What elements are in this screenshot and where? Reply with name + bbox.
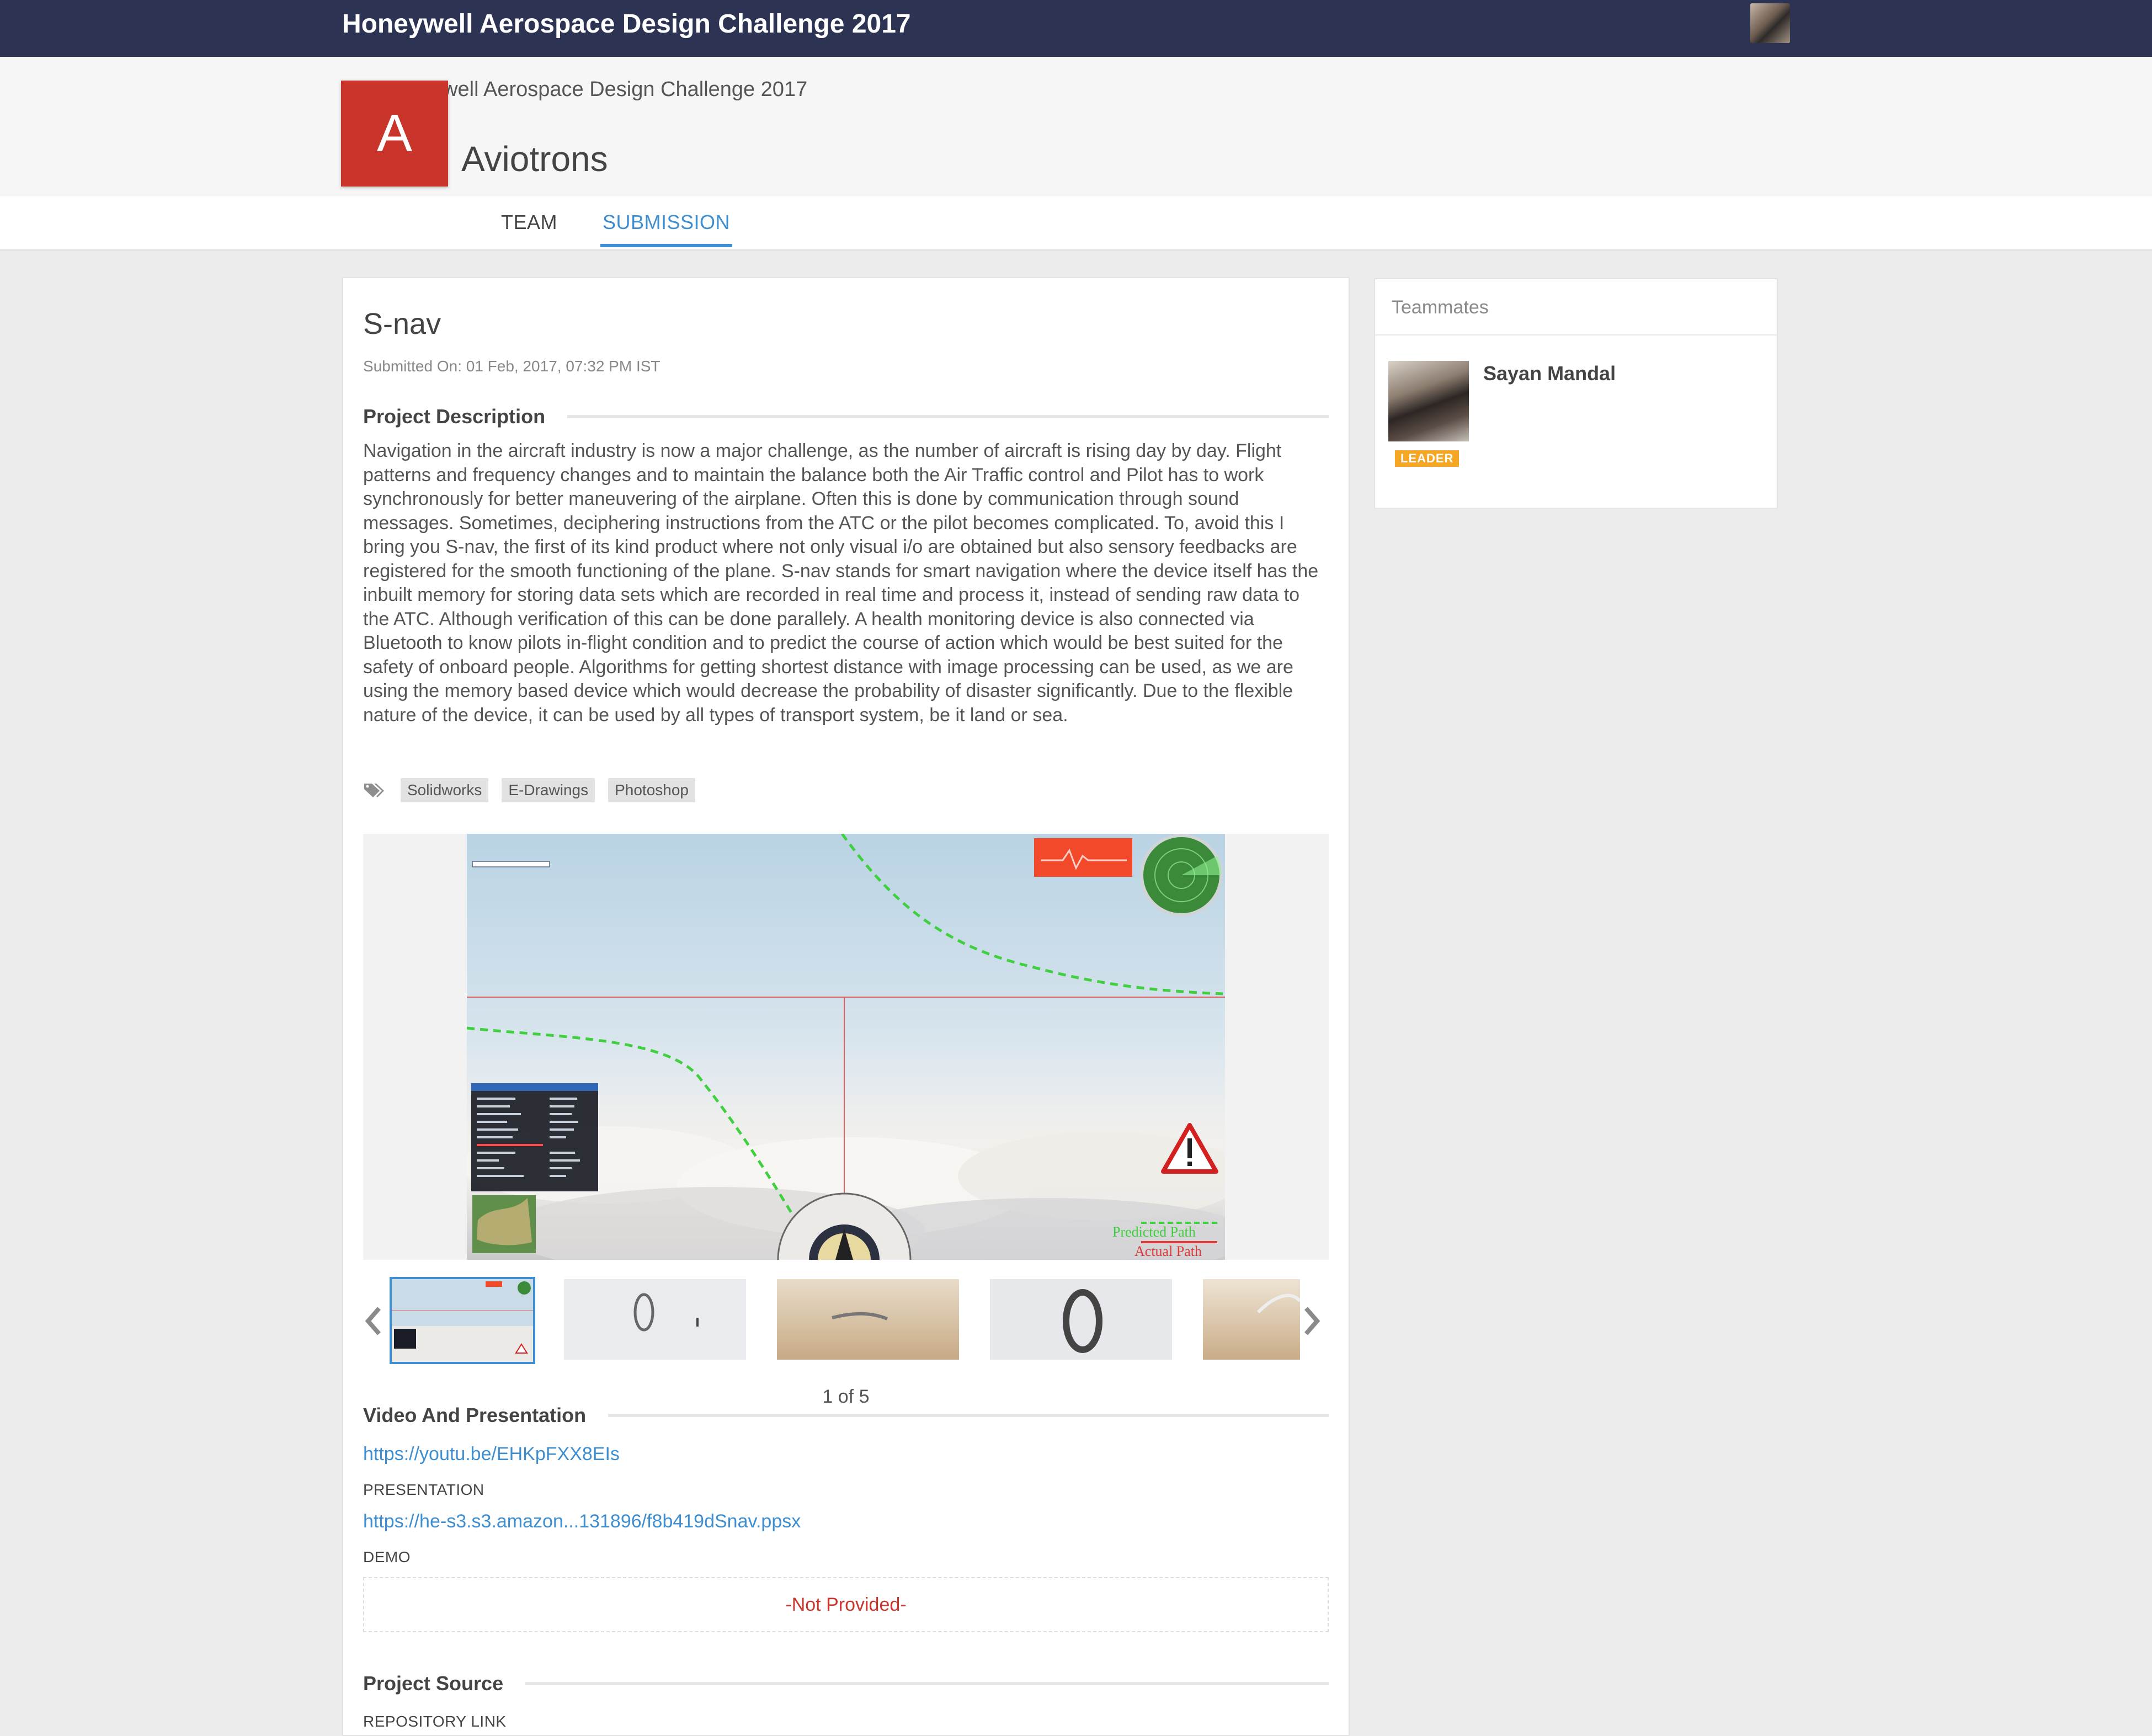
actual-path-label: Actual Path <box>1134 1243 1202 1259</box>
team-name: Aviotrons <box>461 139 608 179</box>
section-divider <box>567 415 1329 418</box>
gallery-thumb-5[interactable] <box>1203 1279 1300 1360</box>
teammates-title: Teammates <box>1392 297 1489 318</box>
submitted-on-timestamp: Submitted On: 01 Feb, 2017, 07:32 PM IST <box>363 358 660 375</box>
tag-e-drawings[interactable]: E-Drawings <box>502 778 595 802</box>
video-link[interactable]: https://youtu.be/EHKpFXX8EIs <box>363 1444 620 1465</box>
gallery-thumb-2[interactable] <box>564 1279 746 1360</box>
teammates-card: Teammates Sayan Mandal LEADER <box>1374 278 1778 509</box>
gallery-thumb-3[interactable] <box>777 1279 959 1360</box>
tab-submission[interactable]: SUBMISSION <box>600 211 733 247</box>
section-divider <box>608 1414 1329 1417</box>
leader-badge: LEADER <box>1395 450 1459 467</box>
chevron-left-icon <box>365 1307 381 1335</box>
presentation-label: PRESENTATION <box>363 1481 484 1498</box>
thumb-device-ring-closeup-image <box>990 1279 1172 1360</box>
teammates-divider <box>1375 334 1777 336</box>
tags-icon <box>364 784 384 797</box>
teammate-name[interactable]: Sayan Mandal <box>1483 362 1616 385</box>
demo-label: DEMO <box>363 1548 411 1565</box>
thumb-device-headset-image <box>1203 1279 1300 1360</box>
repository-link-label: REPOSITORY LINK <box>363 1713 507 1730</box>
submission-title: S-nav <box>363 307 441 340</box>
project-source-heading: Project Source <box>363 1672 1329 1695</box>
predicted-path-label: Predicted Path <box>1112 1224 1196 1240</box>
gallery-prev-arrow[interactable] <box>362 1304 384 1338</box>
gallery-thumb-1[interactable] <box>390 1277 535 1364</box>
thumb-device-ring-image <box>564 1279 746 1360</box>
video-presentation-heading: Video And Presentation <box>363 1404 1329 1427</box>
submission-card: S-nav Submitted On: 01 Feb, 2017, 07:32 … <box>342 277 1350 1736</box>
user-avatar[interactable] <box>1750 3 1790 43</box>
project-description-text: Navigation in the aircraft industry is n… <box>363 440 1319 726</box>
tag-photoshop[interactable]: Photoshop <box>608 778 695 802</box>
team-logo: A <box>341 81 448 187</box>
tag-solidworks[interactable]: Solidworks <box>401 778 489 802</box>
section-title: Project Source <box>363 1672 504 1695</box>
tabs-bar: TEAM SUBMISSION <box>0 196 2152 251</box>
section-title: Video And Presentation <box>363 1404 587 1426</box>
gallery-main-viewer: Predicted Path Actual Path <box>363 834 1329 1260</box>
gallery-thumb-4[interactable] <box>990 1279 1172 1360</box>
tab-team[interactable]: TEAM <box>501 211 557 244</box>
challenge-title[interactable]: Honeywell Aerospace Design Challenge 201… <box>342 8 911 41</box>
gallery-main-image[interactable]: Predicted Path Actual Path <box>467 834 1225 1260</box>
section-title: Project Description <box>363 405 546 428</box>
gallery-next-arrow[interactable] <box>1301 1304 1323 1338</box>
teammate-avatar[interactable] <box>1388 361 1469 441</box>
demo-not-provided: -Not Provided- <box>363 1577 1329 1632</box>
team-header: ⟵ Honeywell Aerospace Design Challenge 2… <box>0 57 2152 198</box>
project-description-heading: Project Description <box>363 405 1329 428</box>
section-divider <box>525 1682 1329 1685</box>
chevron-right-icon <box>1304 1307 1320 1335</box>
tags-row: Solidworks E-Drawings Photoshop <box>363 778 695 802</box>
thumb-device-band-image <box>777 1279 959 1360</box>
presentation-link[interactable]: https://he-s3.s3.amazon...131896/f8b419d… <box>363 1511 801 1532</box>
gallery-thumbnails <box>362 1276 1329 1364</box>
top-navbar: Honeywell Aerospace Design Challenge 201… <box>0 0 2152 57</box>
thumb-hud-image <box>392 1279 533 1362</box>
cockpit-hud-render: Predicted Path Actual Path <box>467 834 1225 1260</box>
